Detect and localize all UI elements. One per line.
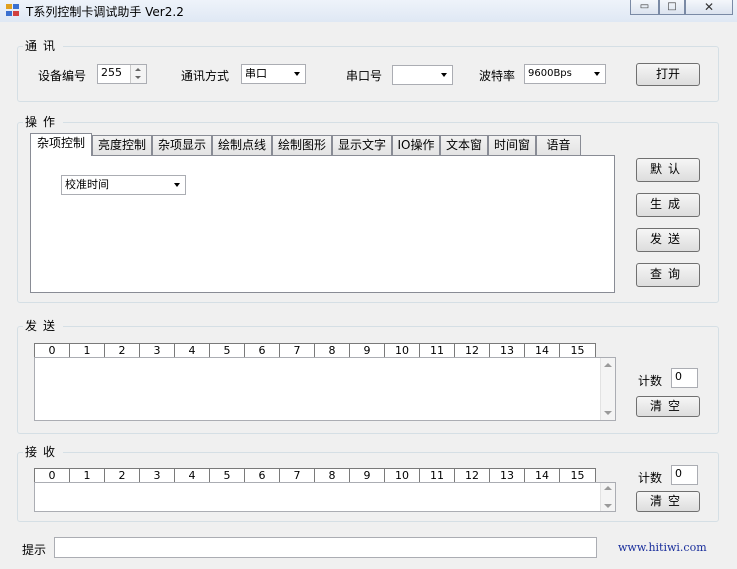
byte-index: 0	[35, 469, 70, 482]
comm-mode-value: 串口	[245, 67, 267, 80]
command-value: 校准时间	[65, 178, 109, 191]
maximize-button[interactable]: □	[659, 0, 685, 15]
port-label: 串口号	[346, 69, 383, 83]
website-link[interactable]: www.hitiwi.com	[618, 541, 707, 554]
byte-index: 6	[245, 469, 280, 482]
byte-index: 15	[570, 469, 585, 482]
tab-show-text[interactable]: 显示文字	[332, 135, 392, 155]
receive-data-textarea[interactable]	[34, 482, 616, 512]
byte-index: 6	[245, 344, 280, 357]
byte-index: 7	[280, 469, 315, 482]
byte-index: 14	[525, 344, 560, 357]
scroll-down-icon[interactable]	[604, 411, 612, 415]
byte-index: 13	[490, 469, 525, 482]
send-scrollbar[interactable]	[600, 358, 615, 420]
device-no-value: 255	[101, 66, 122, 79]
tab-text-window[interactable]: 文本窗	[440, 135, 488, 155]
byte-index: 10	[385, 469, 420, 482]
scroll-down-icon[interactable]	[604, 504, 612, 508]
send-count-label: 计数	[638, 374, 663, 388]
byte-index: 12	[455, 469, 490, 482]
byte-index: 11	[420, 344, 455, 357]
byte-index: 5	[210, 469, 245, 482]
close-icon: ✕	[703, 0, 715, 14]
hint-label: 提示	[22, 543, 47, 557]
device-no-stepper[interactable]: 255	[97, 64, 147, 84]
byte-index: 12	[455, 344, 490, 357]
byte-index: 7	[280, 344, 315, 357]
chevron-down-icon	[174, 183, 180, 187]
minimize-icon: ▭	[639, 1, 650, 12]
tab-misc-control[interactable]: 杂项控制	[30, 133, 92, 156]
send-data-textarea[interactable]	[34, 357, 616, 421]
comm-group-title: 通讯	[23, 37, 64, 54]
byte-index: 2	[105, 469, 140, 482]
chevron-down-icon	[441, 73, 447, 77]
byte-index: 4	[175, 469, 210, 482]
byte-index: 5	[210, 344, 245, 357]
send-group-title: 发送	[23, 317, 64, 334]
close-button[interactable]: ✕	[685, 0, 733, 15]
byte-index: 1	[70, 469, 105, 482]
window-title: T系列控制卡调试助手 Ver2.2	[26, 5, 184, 19]
send-count-field[interactable]: 0	[671, 368, 698, 388]
tab-brightness[interactable]: 亮度控制	[92, 135, 152, 155]
receive-clear-button[interactable]: 清空	[636, 491, 700, 512]
maximize-icon: □	[667, 1, 677, 12]
byte-index: 3	[140, 344, 175, 357]
tab-misc-display[interactable]: 杂项显示	[152, 135, 212, 155]
chevron-up-icon[interactable]	[135, 68, 141, 71]
byte-index: 8	[315, 469, 350, 482]
byte-index: 9	[350, 469, 385, 482]
byte-index: 10	[385, 344, 420, 357]
byte-index: 11	[420, 469, 455, 482]
tab-io[interactable]: IO操作	[392, 135, 440, 155]
tab-draw-shapes[interactable]: 绘制图形	[272, 135, 332, 155]
device-no-label: 设备编号	[38, 69, 87, 83]
send-button[interactable]: 发送	[636, 228, 700, 252]
tab-draw-lines[interactable]: 绘制点线	[212, 135, 272, 155]
generate-button[interactable]: 生成	[636, 193, 700, 217]
byte-index: 2	[105, 344, 140, 357]
default-button[interactable]: 默认	[636, 158, 700, 182]
chevron-down-icon	[294, 72, 300, 76]
receive-scrollbar[interactable]	[600, 483, 615, 511]
open-button[interactable]: 打开	[636, 63, 700, 86]
byte-index: 3	[140, 469, 175, 482]
receive-count-label: 计数	[638, 471, 663, 485]
scroll-up-icon[interactable]	[604, 363, 612, 367]
baud-label: 波特率	[479, 69, 516, 83]
baud-value: 9600Bps	[528, 68, 572, 79]
operate-group-title: 操作	[23, 113, 64, 130]
tab-time-window[interactable]: 时间窗	[488, 135, 536, 155]
stepper-buttons[interactable]	[130, 65, 146, 83]
byte-index: 8	[315, 344, 350, 357]
receive-count-field[interactable]: 0	[671, 465, 698, 485]
port-select[interactable]	[392, 65, 453, 85]
comm-mode-label: 通讯方式	[181, 69, 230, 83]
byte-index: 0	[35, 344, 70, 357]
byte-index: 4	[175, 344, 210, 357]
comm-mode-select[interactable]: 串口	[241, 64, 306, 84]
byte-index: 15	[570, 344, 585, 357]
query-button[interactable]: 查询	[636, 263, 700, 287]
minimize-button[interactable]: ▭	[630, 0, 659, 15]
app-icon	[6, 4, 20, 17]
baud-select[interactable]: 9600Bps	[524, 64, 606, 84]
byte-index: 9	[350, 344, 385, 357]
send-byte-ruler: 0 1 2 3 4 5 6 7 8 9 10 11 12 13 14 15	[34, 343, 596, 358]
receive-byte-ruler: 0 1 2 3 4 5 6 7 8 9 10 11 12 13 14 15	[34, 468, 596, 483]
command-select[interactable]: 校准时间	[61, 175, 186, 195]
hint-field	[54, 537, 597, 558]
chevron-down-icon	[594, 72, 600, 76]
byte-index: 1	[70, 344, 105, 357]
send-clear-button[interactable]: 清空	[636, 396, 700, 417]
tab-voice[interactable]: 语音	[536, 135, 581, 155]
byte-index: 14	[525, 469, 560, 482]
chevron-down-icon[interactable]	[135, 76, 141, 79]
byte-index: 13	[490, 344, 525, 357]
receive-group-title: 接收	[23, 443, 64, 460]
scroll-up-icon[interactable]	[604, 486, 612, 490]
